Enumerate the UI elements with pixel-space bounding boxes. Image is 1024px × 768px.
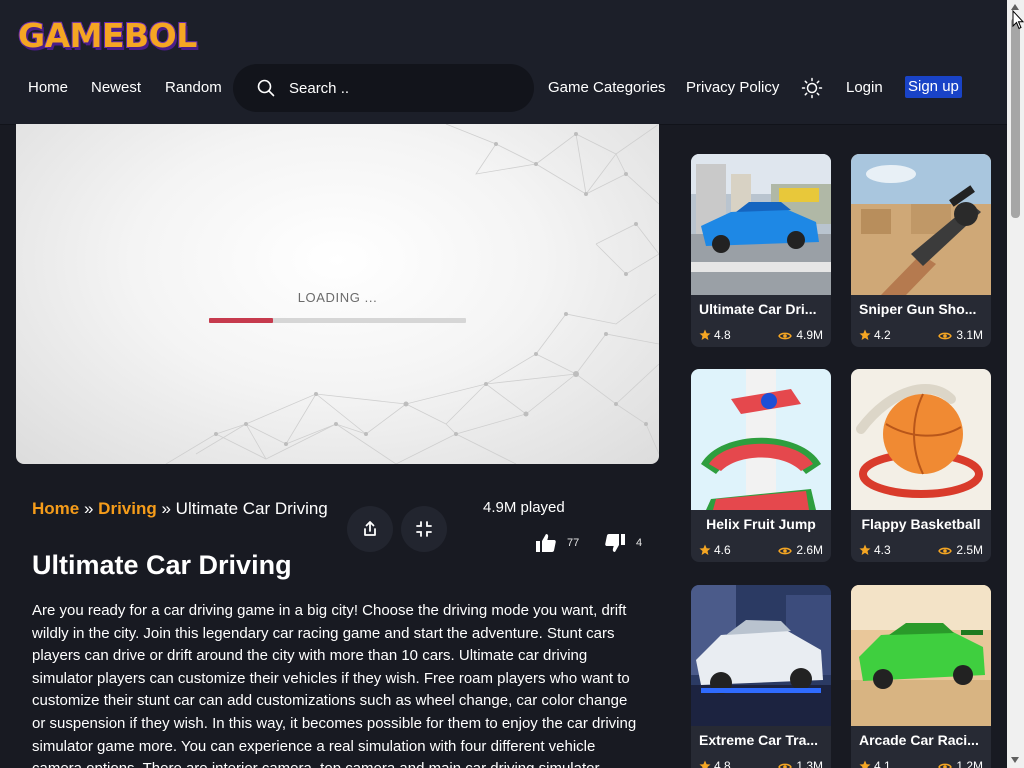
- search-input[interactable]: [289, 76, 509, 100]
- share-icon: [364, 521, 376, 536]
- sun-icon[interactable]: [801, 77, 823, 99]
- game-card-rating-value: 4.2: [874, 328, 891, 342]
- game-card-views-value: 1.3M: [796, 759, 823, 768]
- scroll-down-arrow-icon[interactable]: [1011, 757, 1019, 763]
- star-icon: [859, 544, 871, 555]
- game-card-rating-value: 4.8: [714, 328, 731, 342]
- breadcrumb: Home » Driving » Ultimate Car Driving: [32, 496, 332, 522]
- like-count: 77: [567, 537, 580, 549]
- game-thumbnail: [691, 154, 831, 295]
- game-card-views: 2.6M: [778, 543, 823, 557]
- game-card-title: Helix Fruit Jump: [706, 516, 816, 532]
- game-card-rating: 4.2: [859, 328, 891, 342]
- nav-privacy-policy[interactable]: Privacy Policy: [686, 78, 779, 98]
- game-thumbnail: [851, 585, 991, 726]
- game-thumbnail: [851, 154, 991, 295]
- thumbs-up-icon: [536, 534, 556, 552]
- game-card-title: Ultimate Car Dri...: [699, 301, 817, 317]
- star-icon: [859, 760, 871, 768]
- loading-text: LOADING ...: [297, 290, 378, 305]
- nav-newest[interactable]: Newest: [91, 78, 141, 98]
- played-count: 4.9M played: [483, 499, 565, 516]
- game-card-views: 4.9M: [778, 328, 823, 342]
- search-icon[interactable]: [256, 78, 276, 98]
- eye-icon: [778, 547, 793, 555]
- game-card-views-value: 2.6M: [796, 543, 823, 557]
- game-card-rating-value: 4.8: [714, 759, 731, 768]
- game-card-views: 1.2M: [938, 759, 983, 768]
- game-card-title: Sniper Gun Sho...: [859, 301, 977, 317]
- game-card-rating: 4.1: [859, 759, 891, 768]
- exit-fullscreen-icon: [416, 521, 432, 537]
- game-card-rating: 4.8: [699, 328, 731, 342]
- loading-progress-bar: [209, 318, 466, 323]
- game-card[interactable]: Helix Fruit Jump 4.6 2.6M: [691, 369, 831, 562]
- game-card-views: 2.5M: [938, 543, 983, 557]
- mouse-cursor-icon: [1012, 10, 1024, 30]
- game-card-views: 3.1M: [938, 328, 983, 342]
- page-scrollbar[interactable]: [1007, 0, 1024, 768]
- eye-icon: [938, 547, 953, 555]
- star-icon: [699, 544, 711, 555]
- loading-progress-fill: [209, 318, 274, 323]
- game-card-rating-value: 4.6: [714, 543, 731, 557]
- game-card-rating-value: 4.3: [874, 543, 891, 557]
- game-title: Ultimate Car Driving: [32, 550, 292, 580]
- thumbs-down-icon: [605, 534, 625, 552]
- breadcrumb-category[interactable]: Driving: [98, 499, 157, 518]
- exit-fullscreen-button[interactable]: [401, 506, 447, 552]
- game-card-views-value: 4.9M: [796, 328, 823, 342]
- breadcrumb-separator: »: [83, 499, 94, 518]
- game-card-title: Flappy Basketball: [861, 516, 981, 532]
- nav-game-categories[interactable]: Game Categories: [548, 78, 666, 98]
- game-card[interactable]: Sniper Gun Sho... 4.2 3.1M: [851, 154, 991, 347]
- game-thumbnail: [691, 369, 831, 510]
- signup-button[interactable]: Sign up: [905, 76, 962, 98]
- game-thumbnail: [851, 369, 991, 510]
- game-card[interactable]: Arcade Car Raci... 4.1 1.2M: [851, 585, 991, 768]
- nav-home[interactable]: Home: [28, 78, 68, 98]
- eye-icon: [938, 763, 953, 768]
- game-card-rating: 4.8: [699, 759, 731, 768]
- nav-random[interactable]: Random: [165, 78, 222, 98]
- game-card-views-value: 1.2M: [956, 759, 983, 768]
- search-box[interactable]: [233, 64, 534, 112]
- game-card-title: Extreme Car Tra...: [699, 732, 819, 748]
- game-card-views-value: 3.1M: [956, 328, 983, 342]
- game-card-views: 1.3M: [778, 759, 823, 768]
- site-header: GAMEBOL Home Newest Random Game Categori…: [0, 0, 1007, 125]
- dislike-count: 4: [636, 537, 643, 549]
- login-link[interactable]: Login: [846, 78, 883, 98]
- breadcrumb-separator: »: [161, 499, 171, 518]
- game-card[interactable]: Ultimate Car Dri... 4.8 4.9M: [691, 154, 831, 347]
- game-card-views-value: 2.5M: [956, 543, 983, 557]
- star-icon: [699, 329, 711, 340]
- breadcrumb-home[interactable]: Home: [32, 499, 79, 518]
- breadcrumb-current: Ultimate Car Driving: [175, 499, 328, 518]
- game-card-rating: 4.6: [699, 543, 731, 557]
- game-description: Are you ready for a car driving game in …: [32, 602, 637, 768]
- share-button[interactable]: [347, 506, 393, 552]
- eye-icon: [778, 763, 793, 768]
- game-thumbnail: [691, 585, 831, 726]
- game-card-title: Arcade Car Raci...: [859, 732, 979, 748]
- game-card[interactable]: Flappy Basketball 4.3 2.5M: [851, 369, 991, 562]
- game-card-rating-value: 4.1: [874, 759, 891, 768]
- eye-icon: [778, 332, 793, 340]
- eye-icon: [938, 332, 953, 340]
- star-icon: [859, 329, 871, 340]
- scroll-thumb[interactable]: [1011, 18, 1020, 218]
- game-frame[interactable]: LOADING ...: [16, 124, 659, 464]
- game-card-rating: 4.3: [859, 543, 891, 557]
- star-icon: [699, 760, 711, 768]
- game-card[interactable]: Extreme Car Tra... 4.8 1.3M: [691, 585, 831, 768]
- site-logo[interactable]: GAMEBOL: [17, 15, 198, 56]
